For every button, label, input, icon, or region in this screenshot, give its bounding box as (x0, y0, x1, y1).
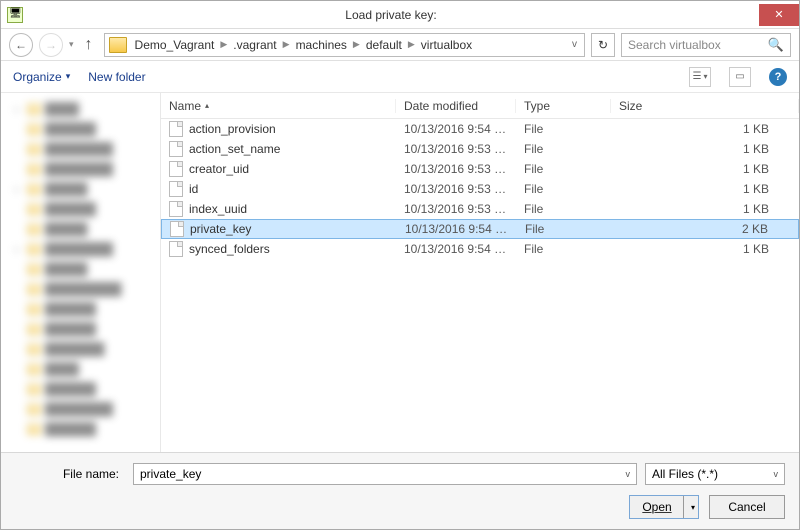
file-date: 10/13/2016 9:53 PM (396, 142, 516, 156)
search-icon: 🔍 (768, 37, 784, 53)
help-button[interactable]: ? (769, 68, 787, 86)
file-name: id (189, 182, 198, 196)
file-type: File (516, 122, 611, 136)
file-icon (169, 141, 183, 157)
new-folder-button[interactable]: New folder (88, 70, 145, 84)
file-row[interactable]: action_provision 10/13/2016 9:54 PMFile1 … (161, 119, 799, 139)
file-type: File (516, 242, 611, 256)
file-name: index_uuid (189, 202, 247, 216)
back-button[interactable]: ← (9, 33, 33, 57)
column-header-type[interactable]: Type (516, 99, 611, 113)
file-row[interactable]: action_set_name 10/13/2016 9:53 PMFile1 K… (161, 139, 799, 159)
close-button[interactable]: ✕ (759, 4, 799, 26)
file-name: creator_uid (189, 162, 249, 176)
breadcrumb-segment[interactable]: default (364, 38, 404, 52)
file-date: 10/13/2016 9:53 PM (396, 182, 516, 196)
file-icon (169, 121, 183, 137)
file-size: 1 KB (611, 242, 799, 256)
titlebar: Load private key: ✕ (1, 1, 799, 29)
file-name: private_key (190, 222, 251, 236)
file-row[interactable]: synced_folders 10/13/2016 9:54 PMFile1 KB (161, 239, 799, 259)
breadcrumb-segment[interactable]: machines (294, 38, 349, 52)
file-row[interactable]: private_key 10/13/2016 9:54 PMFile2 KB (161, 219, 799, 239)
refresh-button[interactable]: ↻ (591, 33, 615, 57)
breadcrumb-segment[interactable]: Demo_Vagrant (133, 38, 217, 52)
file-type: File (516, 162, 611, 176)
caret-down-icon[interactable]: ▾ (691, 503, 695, 512)
file-open-dialog: Load private key: ✕ ← → ▾ ↑ Demo_Vagrant… (0, 0, 800, 530)
cancel-button[interactable]: Cancel (709, 495, 785, 519)
file-date: 10/13/2016 9:53 PM (396, 162, 516, 176)
view-mode-button[interactable]: ☰▾ (689, 67, 711, 87)
file-row[interactable]: index_uuid 10/13/2016 9:53 PMFile1 KB (161, 199, 799, 219)
file-icon (169, 241, 183, 257)
forward-button[interactable]: → (39, 33, 63, 57)
file-name: action_provision (189, 122, 276, 136)
chevron-right-icon: ▶ (349, 39, 364, 50)
window-title: Load private key: (23, 8, 759, 22)
search-input[interactable]: Search virtualbox 🔍 (621, 33, 791, 57)
filename-label: File name: (15, 467, 125, 481)
footer: File name: private_key v All Files (*.*)… (1, 452, 799, 529)
folder-icon (109, 37, 127, 53)
file-row[interactable]: id 10/13/2016 9:53 PMFile1 KB (161, 179, 799, 199)
file-size: 1 KB (611, 162, 799, 176)
chevron-right-icon: ▶ (404, 39, 419, 50)
file-list[interactable]: action_provision10/13/2016 9:54 PMFile1 … (161, 119, 799, 452)
file-date: 10/13/2016 9:54 PM (396, 122, 516, 136)
breadcrumb-segment[interactable]: .vagrant (231, 38, 278, 52)
column-header-name[interactable]: Name ▴ (161, 99, 396, 113)
file-date: 10/13/2016 9:53 PM (396, 202, 516, 216)
file-size: 1 KB (611, 182, 799, 196)
preview-pane-button[interactable]: ▭ (729, 67, 751, 87)
breadcrumb-segment[interactable]: virtualbox (419, 38, 474, 52)
filename-input[interactable]: private_key v (133, 463, 637, 485)
column-headers: Name ▴ Date modified Type Size (161, 93, 799, 119)
navigation-pane[interactable]: ▸████ ██████ ████████ ████████ ▸█████ ██… (1, 93, 161, 452)
dialog-body: ▸████ ██████ ████████ ████████ ▸█████ ██… (1, 93, 799, 452)
sort-caret-icon: ▴ (205, 101, 209, 110)
address-bar[interactable]: Demo_Vagrant ▶ .vagrant ▶ machines ▶ def… (104, 33, 585, 57)
open-button[interactable]: Open ▾ (629, 495, 699, 519)
column-header-size[interactable]: Size (611, 99, 799, 113)
search-placeholder: Search virtualbox (628, 38, 721, 52)
file-type: File (516, 182, 611, 196)
file-date: 10/13/2016 9:54 PM (396, 242, 516, 256)
file-icon (169, 161, 183, 177)
column-header-date[interactable]: Date modified (396, 99, 516, 113)
caret-down-icon: v (774, 469, 779, 479)
file-type-filter[interactable]: All Files (*.*) v (645, 463, 785, 485)
address-dropdown[interactable]: v (569, 39, 580, 50)
file-pane: Name ▴ Date modified Type Size action_pr… (161, 93, 799, 452)
file-icon (169, 201, 183, 217)
caret-down-icon: ▾ (66, 71, 71, 82)
file-size: 2 KB (612, 222, 798, 236)
up-button[interactable]: ↑ (80, 36, 98, 54)
file-name: action_set_name (189, 142, 280, 156)
file-type: File (516, 142, 611, 156)
file-icon (169, 181, 183, 197)
file-row[interactable]: creator_uid 10/13/2016 9:53 PMFile1 KB (161, 159, 799, 179)
file-date: 10/13/2016 9:54 PM (397, 222, 517, 236)
file-type: File (517, 222, 612, 236)
file-type: File (516, 202, 611, 216)
history-dropdown[interactable]: ▾ (69, 39, 74, 50)
caret-down-icon: v (626, 469, 631, 479)
chevron-right-icon: ▶ (216, 39, 231, 50)
file-size: 1 KB (611, 142, 799, 156)
file-icon (170, 221, 184, 237)
file-name: synced_folders (189, 242, 270, 256)
app-icon (7, 7, 23, 23)
file-size: 1 KB (611, 122, 799, 136)
file-size: 1 KB (611, 202, 799, 216)
navbar: ← → ▾ ↑ Demo_Vagrant ▶ .vagrant ▶ machin… (1, 29, 799, 61)
chevron-right-icon: ▶ (279, 39, 294, 50)
organize-menu[interactable]: Organize ▾ (13, 70, 70, 84)
toolbar: Organize ▾ New folder ☰▾ ▭ ? (1, 61, 799, 93)
